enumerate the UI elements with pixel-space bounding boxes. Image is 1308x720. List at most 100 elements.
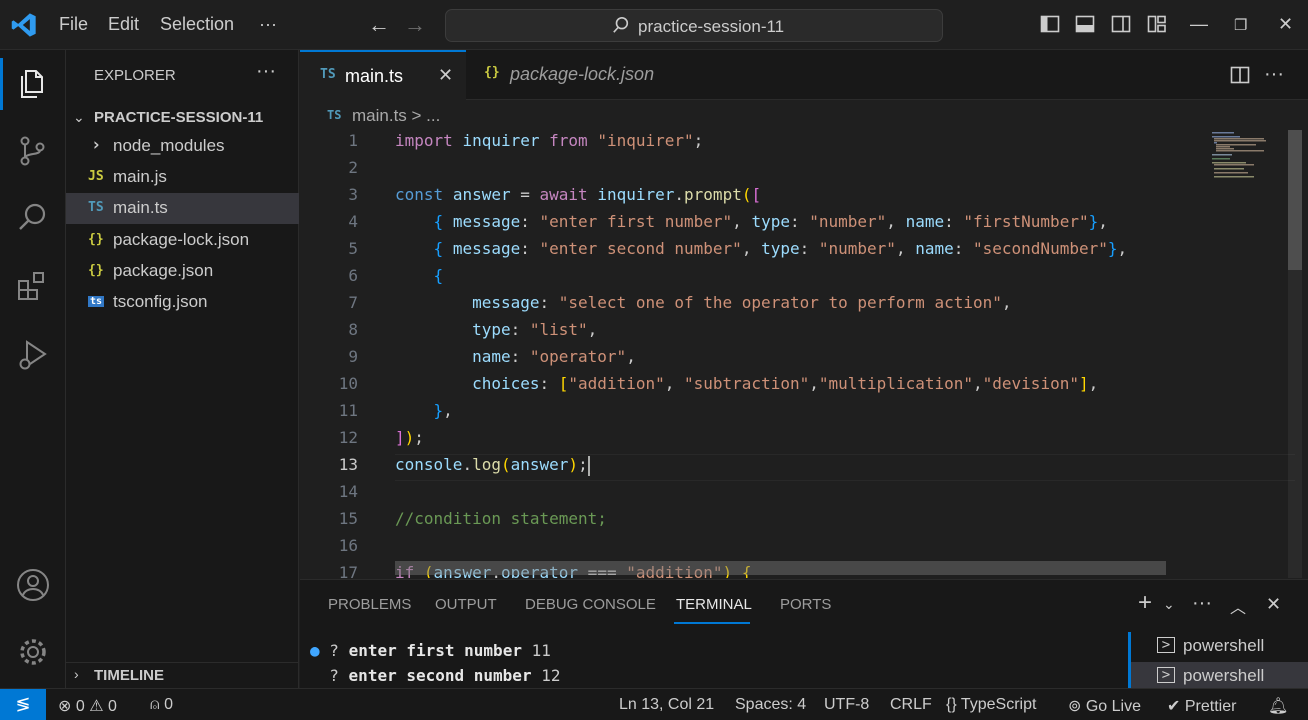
vertical-scrollbar-thumb[interactable] <box>1288 130 1302 270</box>
run-debug-icon[interactable] <box>15 337 51 373</box>
explorer-icon[interactable] <box>0 58 51 110</box>
new-terminal-plus-icon[interactable]: + <box>1138 589 1152 617</box>
notifications-bell-icon[interactable]: 🔔︎ <box>1268 696 1288 716</box>
tab-main-ts[interactable]: TS main.ts ✕ <box>300 50 466 100</box>
code-line[interactable]: name: "operator", <box>395 347 636 366</box>
close-window-icon[interactable]: ✕ <box>1278 14 1293 35</box>
back-arrow-icon[interactable]: ← <box>368 12 390 38</box>
close-panel-icon[interactable]: ✕ <box>1266 594 1281 615</box>
code-line[interactable]: type: "list", <box>395 320 597 339</box>
timeline-section[interactable]: › TIMELINE <box>66 662 299 688</box>
go-live-button[interactable]: ⊚ Go Live <box>1068 696 1141 716</box>
folder-header[interactable]: ⌄ PRACTICE-SESSION-11 <box>66 105 299 133</box>
toggle-secondary-sidebar-icon[interactable] <box>1111 14 1131 34</box>
code-line[interactable]: { message: "enter first number", type: "… <box>395 212 1108 231</box>
language-mode[interactable]: {} TypeScript <box>946 696 1036 714</box>
tab-output[interactable]: OUTPUT <box>435 596 497 613</box>
breadcrumb-path[interactable]: main.ts > ... <box>352 106 440 126</box>
tab-problems[interactable]: PROBLEMS <box>328 596 411 613</box>
vscode-window: File Edit Selection ··· ← → practice-ses… <box>0 0 1308 720</box>
timeline-title: TIMELINE <box>94 667 164 684</box>
panel-more-icon[interactable]: ··· <box>1192 592 1212 615</box>
file-node-modules[interactable]: › node_modules <box>66 131 299 162</box>
status-bar: ≶ ⊗ 0 ⚠ 0 ⍝ 0 Ln 13, Col 21 Spaces: 4 UT… <box>0 688 1308 720</box>
tab-ports[interactable]: PORTS <box>780 596 831 613</box>
menu-file[interactable]: File <box>59 14 88 35</box>
file-name: package-lock.json <box>113 230 250 249</box>
file-main-js[interactable]: JS main.js <box>66 162 299 193</box>
horizontal-scrollbar[interactable] <box>395 561 1166 575</box>
chevron-down-icon[interactable]: ⌄ <box>1163 596 1175 613</box>
code-line[interactable]: import inquirer from "inquirer"; <box>395 131 703 150</box>
editor-more-icon[interactable]: ··· <box>1264 63 1284 86</box>
line-number: 8 <box>348 320 358 339</box>
file-package-lock-json[interactable]: {} package-lock.json <box>66 225 299 256</box>
restore-icon[interactable]: ❐ <box>1234 16 1247 34</box>
terminal-prompt: ? <box>329 641 339 660</box>
terminal-instance[interactable]: > powershell <box>1131 632 1308 660</box>
indentation[interactable]: Spaces: 4 <box>735 696 806 714</box>
code-line[interactable]: console.log(answer); <box>395 455 590 476</box>
code-line[interactable]: { message: "enter second number", type: … <box>395 239 1128 258</box>
command-center[interactable]: practice-session-11 <box>445 9 943 42</box>
forward-arrow-icon[interactable]: → <box>404 12 426 38</box>
manage-gear-icon[interactable] <box>15 634 51 670</box>
file-package-json[interactable]: {} package.json <box>66 256 299 287</box>
line-number: 2 <box>348 158 358 177</box>
source-control-icon[interactable] <box>15 133 51 169</box>
minimize-icon[interactable]: — <box>1190 14 1208 35</box>
ports-status[interactable]: ⍝ 0 <box>150 696 173 714</box>
extensions-icon[interactable] <box>15 269 51 305</box>
file-main-ts[interactable]: TS main.ts <box>66 193 299 224</box>
tsconfig-file-icon: ts <box>88 296 105 307</box>
menu-more[interactable]: ··· <box>259 14 277 35</box>
problems-status[interactable]: ⊗ 0 ⚠ 0 <box>58 696 117 716</box>
code-line[interactable]: }, <box>395 401 453 420</box>
editor-tabs: TS main.ts ✕ {} package-lock.json ··· <box>300 50 1308 100</box>
terminal-icon: > <box>1157 637 1175 653</box>
code-editor[interactable]: 1 2 3 4 5 6 7 8 9 10 11 12 13 14 15 16 17 import inquire… <box>300 130 1308 578</box>
split-editor-icon[interactable] <box>1230 65 1250 85</box>
file-tsconfig-json[interactable]: ts tsconfig.json <box>66 287 299 318</box>
close-tab-icon[interactable]: ✕ <box>438 65 453 86</box>
code-line[interactable]: choices: ["addition", "subtraction","mul… <box>395 374 1098 393</box>
cursor-position[interactable]: Ln 13, Col 21 <box>619 696 714 714</box>
menu-selection[interactable]: Selection <box>160 14 234 35</box>
chevron-right-icon: › <box>74 666 79 682</box>
text-cursor <box>587 455 590 476</box>
line-number: 10 <box>338 374 358 393</box>
prettier-status[interactable]: ✔ Prettier <box>1167 696 1236 716</box>
remote-indicator-icon[interactable]: ≶ <box>0 689 46 720</box>
toggle-primary-sidebar-icon[interactable] <box>1040 14 1060 34</box>
file-name: package.json <box>113 261 214 280</box>
encoding[interactable]: UTF-8 <box>824 696 869 714</box>
menu-edit[interactable]: Edit <box>108 14 139 35</box>
tab-label: package-lock.json <box>510 64 655 84</box>
code-line[interactable]: const answer = await inquirer.prompt([ <box>395 185 761 204</box>
explorer-more-icon[interactable]: ··· <box>256 60 276 83</box>
check-double-icon: ✔ <box>1167 698 1181 715</box>
terminal-name: powershell <box>1183 636 1265 655</box>
accounts-icon[interactable] <box>15 567 51 603</box>
tab-package-lock-json[interactable]: {} package-lock.json <box>466 50 656 100</box>
code-line[interactable]: //condition statement; <box>395 509 607 528</box>
go-live-label: Go Live <box>1085 698 1141 715</box>
terminal-line: ● ? enter first number 11 <box>310 641 551 660</box>
terminal-instance[interactable]: > powershell <box>1131 662 1308 690</box>
end-of-line[interactable]: CRLF <box>890 696 932 714</box>
command-center-label: practice-session-11 <box>638 17 785 36</box>
chevron-right-icon: › <box>91 135 102 155</box>
braces-icon: {} <box>946 696 957 713</box>
tab-debug-console[interactable]: DEBUG CONSOLE <box>525 596 656 613</box>
tab-terminal[interactable]: TERMINAL <box>676 596 752 613</box>
minimap[interactable] <box>1210 130 1270 190</box>
file-name: node_modules <box>113 136 225 155</box>
search-sidebar-icon[interactable] <box>15 200 51 236</box>
code-line[interactable]: { <box>395 266 444 285</box>
code-line[interactable]: ]); <box>395 428 424 447</box>
terminal-status-dot-icon: ● <box>310 641 320 660</box>
maximize-panel-chevron-up-icon[interactable]: ︿ <box>1230 594 1246 618</box>
code-line[interactable]: message: "select one of the operator to … <box>395 293 1011 312</box>
toggle-panel-icon[interactable] <box>1075 14 1095 34</box>
customize-layout-icon[interactable] <box>1147 14 1167 34</box>
